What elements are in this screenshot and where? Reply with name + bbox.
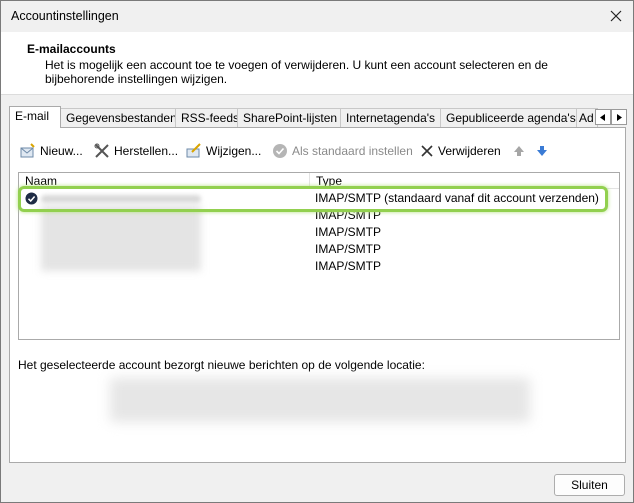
remove-x-icon <box>421 145 433 157</box>
email-tab-panel: Nieuw... Herstellen... Wijzigen... Als s… <box>9 127 626 463</box>
account-settings-window: Accountinstellingen E-mailaccounts Het i… <box>0 0 634 503</box>
set-default-label: Als standaard instellen <box>292 144 413 158</box>
new-account-label: Nieuw... <box>40 144 83 158</box>
close-window-button[interactable] <box>603 3 629 29</box>
change-icon <box>186 143 201 158</box>
delivery-location-label: Het geselecteerde account bezorgt nieuwe… <box>18 358 425 372</box>
tab-published-calendars[interactable]: Gepubliceerde agenda's <box>440 108 577 127</box>
window-title: Accountinstellingen <box>11 9 119 23</box>
arrow-down-icon <box>537 146 547 156</box>
repair-button[interactable]: Herstellen... <box>94 141 178 161</box>
repair-icon <box>94 143 109 158</box>
arrow-up-icon <box>514 146 524 156</box>
tab-data-files[interactable]: Gegevensbestanden <box>60 108 177 127</box>
header-description: Het is mogelijk een account toe te voege… <box>45 58 548 86</box>
tab-scroll-left[interactable] <box>595 109 611 125</box>
close-icon <box>610 10 622 22</box>
close-button[interactable]: Sluiten <box>554 474 625 496</box>
account-type: IMAP/SMTP <box>315 208 382 222</box>
triangle-right-icon <box>617 113 622 121</box>
account-list[interactable]: Naam Type IMAP/SMTP (standaard vanaf dit… <box>18 172 620 340</box>
move-down-button[interactable] <box>536 141 552 161</box>
account-type: IMAP/SMTP <box>315 259 382 273</box>
repair-label: Herstellen... <box>114 144 179 158</box>
tab-email[interactable]: E-mail <box>9 106 61 128</box>
account-type: IMAP/SMTP <box>315 225 382 239</box>
check-circle-icon <box>273 144 287 158</box>
tab-strip: E-mail Gegevensbestanden RSS-feeds Share… <box>9 106 629 128</box>
account-type: IMAP/SMTP (standaard vanaf dit account v… <box>315 191 599 205</box>
triangle-left-icon <box>600 113 605 121</box>
column-header-name[interactable]: Naam <box>19 173 309 189</box>
change-button[interactable]: Wijzigen... <box>186 141 261 161</box>
account-name-redacted <box>41 195 201 203</box>
header-title: E-mailaccounts <box>27 42 116 56</box>
remove-button[interactable]: Verwijderen <box>420 141 501 161</box>
tab-internet-calendars[interactable]: Internetagenda's <box>340 108 441 127</box>
delivery-location-redacted <box>110 378 530 422</box>
column-header-type[interactable]: Type <box>310 173 619 189</box>
tab-sharepoint-lists[interactable]: SharePoint-lijsten <box>237 108 341 127</box>
remove-label: Verwijderen <box>438 144 501 158</box>
new-account-icon <box>20 143 35 158</box>
new-account-button[interactable]: Nieuw... <box>20 141 83 161</box>
account-toolbar: Nieuw... Herstellen... Wijzigen... Als s… <box>20 141 610 161</box>
tab-rss-feeds[interactable]: RSS-feeds <box>175 108 239 127</box>
set-default-button[interactable]: Als standaard instellen <box>272 141 413 161</box>
header-panel: E-mailaccounts Het is mogelijk een accou… <box>1 32 633 95</box>
title-bar: Accountinstellingen <box>1 1 633 31</box>
tab-scroll-right[interactable] <box>611 109 627 125</box>
change-label: Wijzigen... <box>206 144 262 158</box>
move-up-button[interactable] <box>513 141 529 161</box>
account-type: IMAP/SMTP <box>315 242 382 256</box>
account-names-redacted <box>41 205 201 271</box>
default-check-icon <box>25 192 38 205</box>
